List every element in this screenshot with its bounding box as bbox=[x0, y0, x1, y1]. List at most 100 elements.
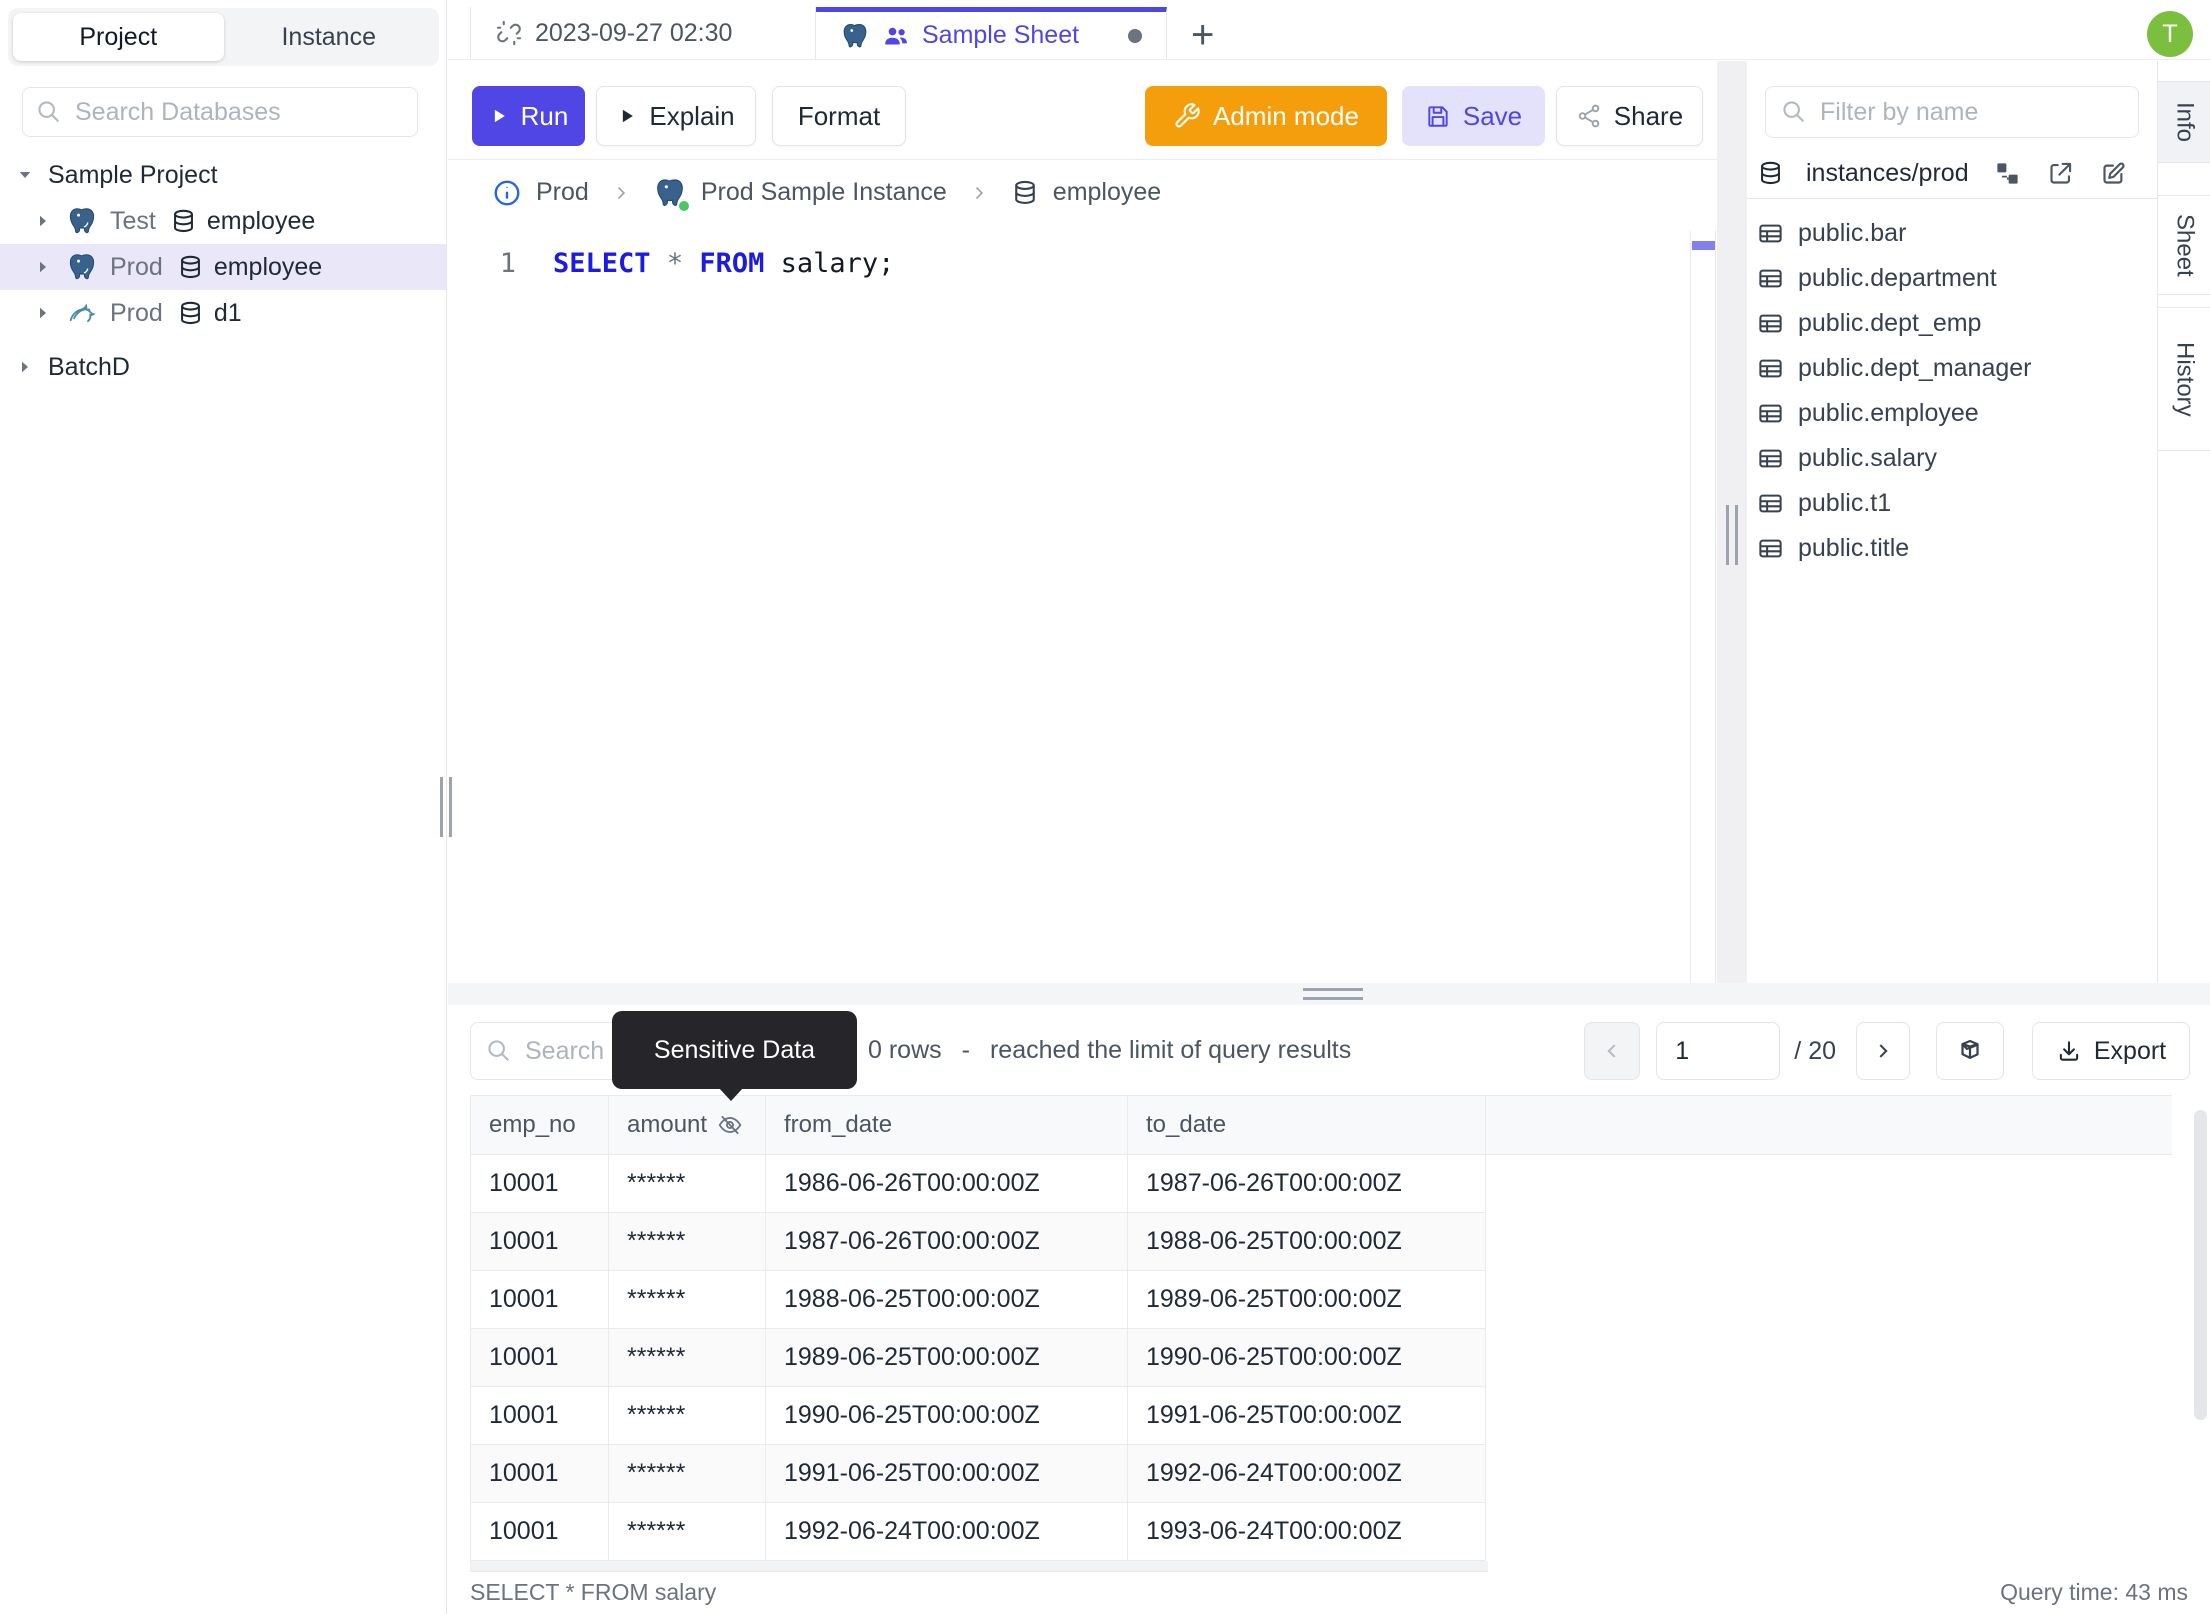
table-cell[interactable]: ****** bbox=[609, 1445, 766, 1503]
table-cell[interactable]: 1989-06-25T00:00:00Z bbox=[1128, 1271, 1486, 1329]
table-cell[interactable]: ****** bbox=[609, 1155, 766, 1213]
tab-project[interactable]: Project bbox=[13, 13, 224, 61]
table-list-item[interactable]: public.department bbox=[1747, 256, 2157, 301]
external-link-icon[interactable] bbox=[2047, 160, 2074, 187]
tab-info[interactable]: Info bbox=[2158, 81, 2210, 163]
grid-vertical-scrollbar[interactable] bbox=[2194, 1110, 2207, 1420]
table-cell[interactable]: 1989-06-25T00:00:00Z bbox=[766, 1329, 1128, 1387]
database-search-input[interactable] bbox=[75, 97, 405, 127]
editor-scroll-thumb[interactable] bbox=[1692, 241, 1715, 250]
admin-mode-button[interactable]: Admin mode bbox=[1145, 86, 1387, 146]
right-panel-resize-handle[interactable] bbox=[1726, 505, 1738, 565]
table-list-item[interactable]: public.bar bbox=[1747, 211, 2157, 256]
format-button[interactable]: Format bbox=[772, 86, 906, 146]
table-list-item[interactable]: public.title bbox=[1747, 526, 2157, 571]
tab-history[interactable]: History bbox=[2158, 307, 2210, 451]
column-header-emp_no[interactable]: emp_no bbox=[470, 1096, 609, 1154]
next-page-button[interactable] bbox=[1856, 1022, 1910, 1080]
tab-instance[interactable]: Instance bbox=[224, 13, 435, 61]
table-list-item[interactable]: public.t1 bbox=[1747, 481, 2157, 526]
tree-item-test-employee[interactable]: Test employee bbox=[0, 198, 446, 244]
results-status-bar: SELECT * FROM salary Query time: 43 ms bbox=[448, 1570, 2210, 1614]
table-list-item[interactable]: public.dept_manager bbox=[1747, 346, 2157, 391]
table-cell[interactable]: 1992-06-24T00:00:00Z bbox=[766, 1503, 1128, 1561]
wrench-icon bbox=[1173, 102, 1201, 130]
table-cell[interactable]: ****** bbox=[609, 1503, 766, 1561]
table-icon bbox=[1757, 310, 1784, 337]
table-row: 10001 ****** 1987-06-26T00:00:00Z 1988-06-2… bbox=[470, 1213, 2172, 1271]
play-icon bbox=[617, 106, 637, 126]
code-line: 1 SELECT * FROM salary; bbox=[448, 241, 1724, 285]
tree-item-sample-project[interactable]: Sample Project bbox=[0, 152, 446, 198]
run-button[interactable]: Run bbox=[472, 86, 585, 146]
caret-right-icon bbox=[34, 212, 52, 230]
save-button[interactable]: Save bbox=[1402, 86, 1545, 146]
share-button[interactable]: Share bbox=[1556, 86, 1703, 146]
results-panel-divider[interactable] bbox=[448, 983, 2210, 1005]
table-icon bbox=[1757, 355, 1784, 382]
connection-actions bbox=[1994, 160, 2127, 187]
breadcrumb-environment[interactable]: Prod bbox=[536, 178, 589, 207]
table-cell[interactable]: 1992-06-24T00:00:00Z bbox=[1128, 1445, 1486, 1503]
table-cell[interactable]: ****** bbox=[609, 1387, 766, 1445]
table-cell[interactable]: 1987-06-26T00:00:00Z bbox=[1128, 1155, 1486, 1213]
table-list-item[interactable]: public.employee bbox=[1747, 391, 2157, 436]
sidebar-resize-handle[interactable] bbox=[440, 777, 452, 837]
breadcrumb-database[interactable]: employee bbox=[1053, 178, 1161, 207]
environment-label: Prod bbox=[110, 298, 163, 327]
visualize-button[interactable] bbox=[1936, 1022, 2004, 1080]
breadcrumb-instance[interactable]: Prod Sample Instance bbox=[701, 178, 947, 207]
new-tab-button[interactable]: + bbox=[1191, 15, 1214, 55]
table-cell[interactable]: 1986-06-26T00:00:00Z bbox=[766, 1155, 1128, 1213]
table-cell[interactable]: ****** bbox=[609, 1213, 766, 1271]
table-cell[interactable]: 1987-06-26T00:00:00Z bbox=[766, 1213, 1128, 1271]
table-cell[interactable]: 10001 bbox=[470, 1329, 609, 1387]
prev-page-button[interactable] bbox=[1584, 1022, 1641, 1080]
column-header-amount[interactable]: amount bbox=[609, 1096, 766, 1154]
table-list-item[interactable]: public.dept_emp bbox=[1747, 301, 2157, 346]
table-cell[interactable]: 1993-06-24T00:00:00Z bbox=[1128, 1503, 1486, 1561]
table-cell[interactable]: 1991-06-25T00:00:00Z bbox=[766, 1445, 1128, 1503]
table-cell[interactable]: ****** bbox=[609, 1329, 766, 1387]
table-name: public.dept_emp bbox=[1798, 309, 1982, 337]
table-cell[interactable]: 10001 bbox=[470, 1155, 609, 1213]
table-list-item[interactable]: public.salary bbox=[1747, 436, 2157, 481]
table-filter-input[interactable] bbox=[1820, 97, 2124, 127]
tab-sample-sheet[interactable]: Sample Sheet bbox=[816, 7, 1167, 59]
column-header-to_date[interactable]: to_date bbox=[1128, 1096, 1486, 1154]
tab-sheet[interactable]: Sheet bbox=[2158, 195, 2210, 295]
tree-item-batchd[interactable]: BatchD bbox=[0, 344, 446, 390]
table-cell[interactable]: 1988-06-25T00:00:00Z bbox=[766, 1271, 1128, 1329]
table-cell[interactable]: 1990-06-25T00:00:00Z bbox=[766, 1387, 1128, 1445]
sql-editor[interactable]: 1 SELECT * FROM salary; bbox=[448, 225, 1724, 990]
table-cell[interactable]: 10001 bbox=[470, 1503, 609, 1561]
page-number-input[interactable] bbox=[1656, 1022, 1781, 1080]
database-name: employee bbox=[213, 252, 323, 281]
editor-overview-ruler[interactable] bbox=[1690, 231, 1716, 983]
tab-instance-label: Instance bbox=[281, 22, 376, 51]
table-cell[interactable]: 1988-06-25T00:00:00Z bbox=[1128, 1213, 1486, 1271]
edit-sheet-icon[interactable] bbox=[2100, 160, 2127, 187]
export-button[interactable]: Export bbox=[2032, 1022, 2190, 1080]
explain-button[interactable]: Explain bbox=[596, 86, 756, 146]
table-cell[interactable]: 10001 bbox=[470, 1213, 609, 1271]
table-cell[interactable]: 10001 bbox=[470, 1271, 609, 1329]
line-number: 1 bbox=[499, 247, 516, 279]
caret-right-icon bbox=[34, 258, 52, 276]
tree-item-prod-employee[interactable]: Prod employee bbox=[0, 244, 446, 290]
tab-adhoc-sheet[interactable]: 2023-09-27 02:30 bbox=[470, 7, 816, 59]
info-icon[interactable] bbox=[492, 178, 522, 208]
database-icon bbox=[177, 254, 204, 281]
table-cell[interactable]: 1991-06-25T00:00:00Z bbox=[1128, 1387, 1486, 1445]
executed-statement: SELECT * FROM salary bbox=[470, 1578, 717, 1605]
results-resize-handle[interactable] bbox=[1303, 988, 1363, 1000]
table-cell[interactable]: ****** bbox=[609, 1271, 766, 1329]
column-header-from_date[interactable]: from_date bbox=[766, 1096, 1128, 1154]
user-avatar[interactable]: T bbox=[2147, 11, 2193, 57]
connection-path: instances/prod bbox=[1806, 159, 1969, 187]
tree-item-prod-d1[interactable]: Prod d1 bbox=[0, 290, 446, 336]
table-cell[interactable]: 10001 bbox=[470, 1387, 609, 1445]
table-cell[interactable]: 10001 bbox=[470, 1445, 609, 1503]
table-cell[interactable]: 1990-06-25T00:00:00Z bbox=[1128, 1329, 1486, 1387]
schema-diagram-icon[interactable] bbox=[1994, 160, 2021, 187]
